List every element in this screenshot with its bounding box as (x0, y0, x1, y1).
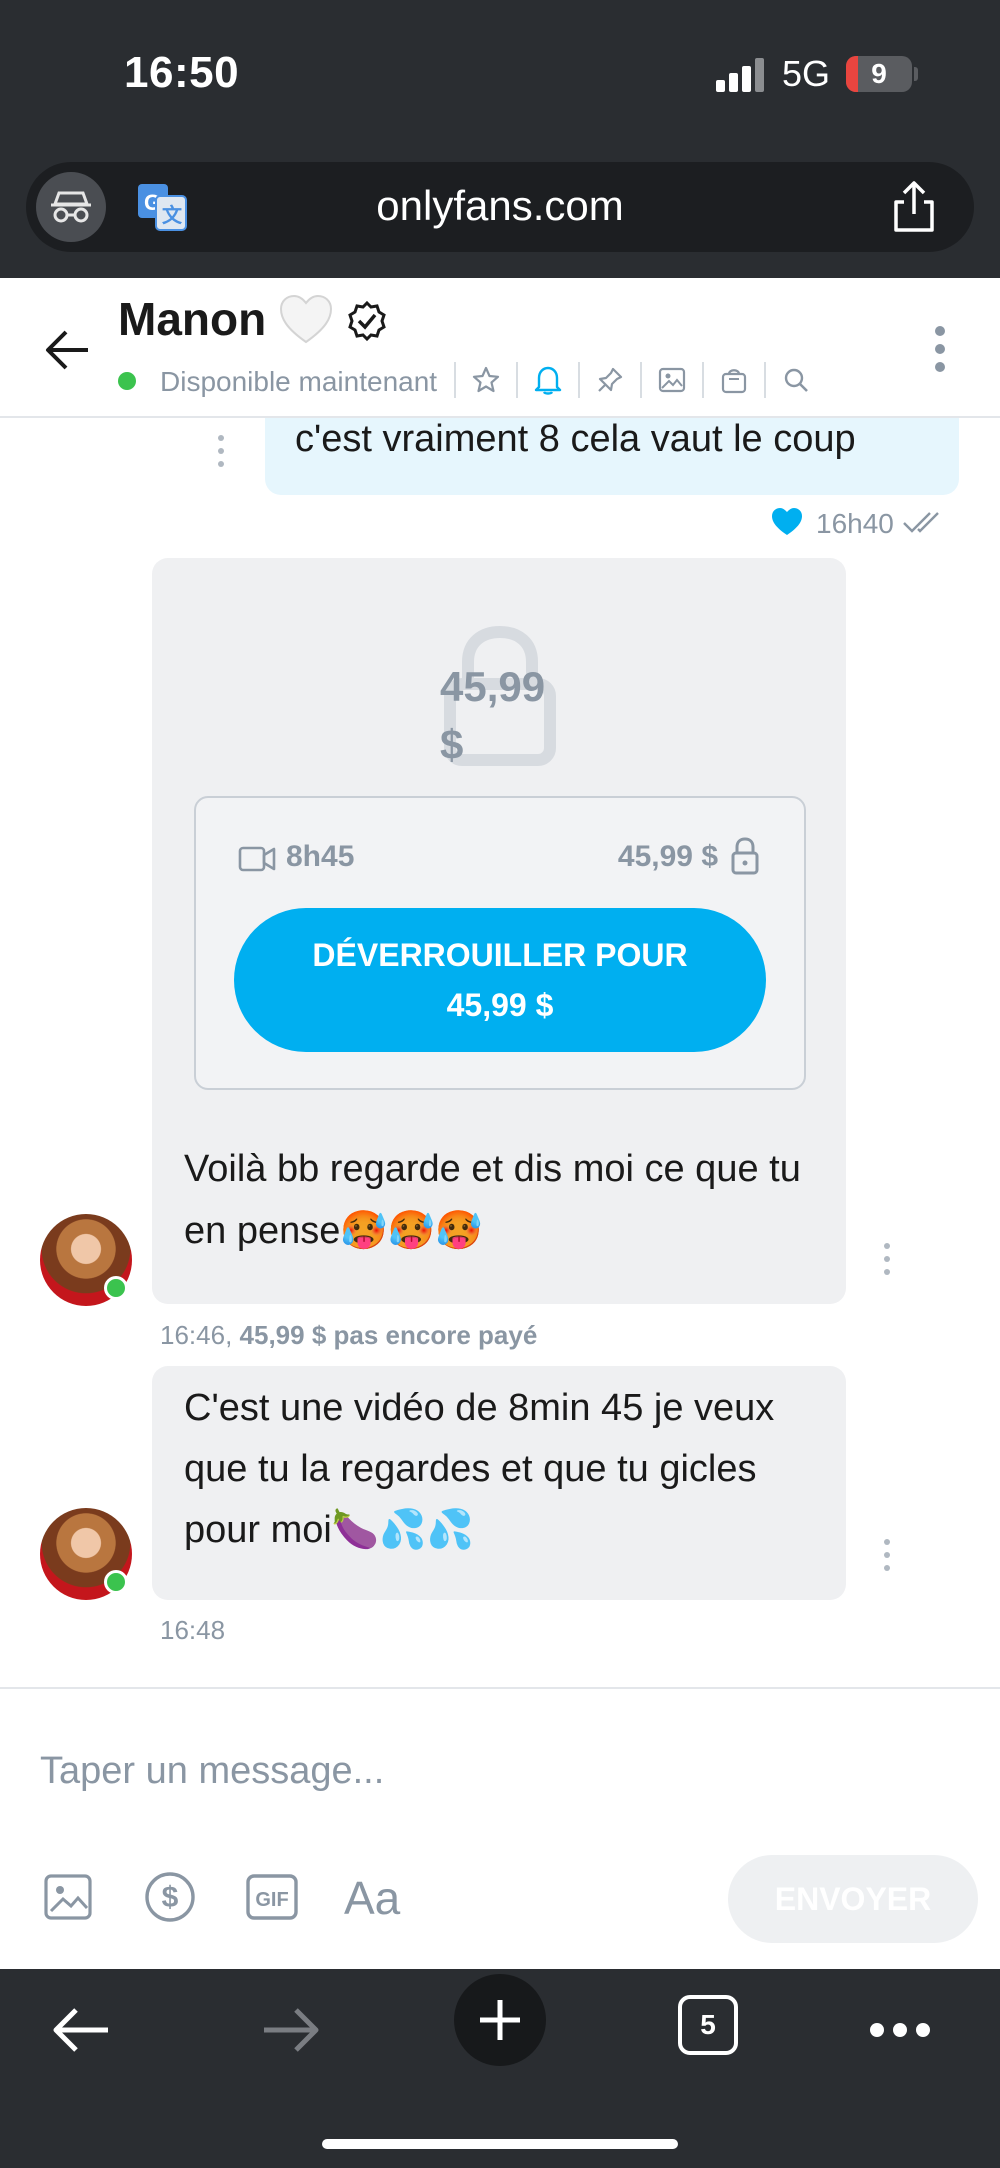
white-heart-icon (278, 294, 334, 346)
online-indicator (118, 372, 136, 390)
browser-back-icon[interactable] (50, 2005, 112, 2055)
message-options-icon[interactable] (882, 1242, 892, 1276)
read-checkmarks-icon (902, 509, 948, 540)
gif-icon[interactable]: GIF (244, 1869, 300, 1925)
svg-text:$: $ (162, 1881, 179, 1914)
ppv-message-time: 16:46, (160, 1320, 233, 1350)
avatar-online-indicator (104, 1570, 128, 1594)
image-icon[interactable] (642, 360, 702, 400)
send-button[interactable]: ENVOYER (728, 1855, 978, 1943)
ppv-price-large: 45,99 $ (440, 663, 546, 768)
tabs-count-button[interactable]: 5 (678, 1995, 738, 2055)
liked-heart-icon[interactable] (770, 507, 804, 542)
message-input[interactable] (40, 1743, 940, 1799)
text-format-button[interactable]: Aa (344, 1871, 400, 1925)
svg-text:GIF: GIF (255, 1889, 288, 1911)
avatar-online-indicator (104, 1276, 128, 1300)
signal-icon (716, 58, 766, 92)
verified-icon (346, 300, 388, 342)
ppv-payment-status: 45,99 $ pas encore payé (239, 1320, 538, 1350)
pin-icon[interactable] (580, 360, 640, 400)
browser-bottom-bar: 5 (0, 1969, 1000, 2168)
attach-image-icon[interactable] (40, 1869, 96, 1925)
status-time: 16:50 (124, 48, 240, 97)
sent-message-text: c'est vraiment 8 cela vaut le coup (295, 418, 856, 460)
unlock-button-line1: DÉVERROUILLER POUR (312, 937, 688, 973)
url-bar[interactable]: G文 onlyfans.com (26, 162, 974, 252)
ppv-price: 45,99 $ (617, 840, 718, 873)
contact-name[interactable]: Manon (118, 292, 266, 346)
search-icon[interactable] (766, 360, 826, 400)
browser-forward-icon[interactable] (260, 2005, 322, 2055)
bell-icon[interactable] (518, 360, 578, 400)
browser-top-bar: 16:50 5G 9 G文 onlyfans.com (0, 0, 1000, 278)
battery-icon: 9 (846, 56, 912, 92)
network-label: 5G (782, 53, 831, 94)
chat-header: Manon Disponible maintenant (0, 278, 1000, 418)
unlock-button-line2: 45,99 $ (446, 987, 554, 1023)
battery-level: 9 (871, 58, 887, 89)
message-options-icon[interactable] (216, 434, 226, 468)
share-icon[interactable] (888, 180, 940, 234)
new-tab-plus-icon[interactable] (454, 1974, 546, 2066)
more-horizontal-icon[interactable] (868, 2019, 932, 2041)
ppv-message-meta: 16:46, 45,99 $ pas encore payé (160, 1320, 537, 1351)
message-options-icon[interactable] (882, 1538, 892, 1572)
bag-icon[interactable] (704, 360, 764, 400)
message-composer: $ GIF Aa ENVOYER (0, 1687, 1000, 1969)
star-icon[interactable] (456, 360, 516, 400)
received-message-bubble[interactable]: C'est une vidéo de 8min 45 je veux que t… (152, 1366, 846, 1600)
video-duration: 8h45 (286, 840, 355, 873)
sent-message-meta: 16h40 (770, 504, 948, 544)
ppv-message-card: 45,99 $ 8h45 45,99 $ DÉVERROUILLER POUR … (152, 558, 846, 1304)
sent-message-time: 16h40 (816, 508, 894, 539)
ppv-media-box: 8h45 45,99 $ DÉVERROUILLER POUR 45,99 $ (194, 796, 806, 1090)
availability-status: Disponible maintenant (160, 366, 438, 397)
back-arrow-icon[interactable] (44, 328, 90, 372)
unlock-button[interactable]: DÉVERROUILLER POUR 45,99 $ (234, 908, 766, 1052)
sent-message-bubble[interactable]: c'est vraiment 8 cela vaut le coup (265, 418, 959, 495)
battery-tip (914, 67, 918, 81)
received-message-text: C'est une vidéo de 8min 45 je veux que t… (184, 1387, 775, 1551)
header-actions (454, 360, 826, 400)
home-indicator[interactable] (322, 2139, 678, 2149)
more-vertical-icon[interactable] (928, 324, 952, 374)
small-lock-icon (730, 836, 760, 876)
video-icon (238, 844, 276, 874)
url-text[interactable]: onlyfans.com (26, 182, 974, 230)
received-message-text: Voilà bb regarde et dis moi ce que tu en… (184, 1148, 801, 1252)
received-message-time: 16:48 (160, 1615, 226, 1645)
price-dollar-icon[interactable]: $ (142, 1869, 198, 1925)
